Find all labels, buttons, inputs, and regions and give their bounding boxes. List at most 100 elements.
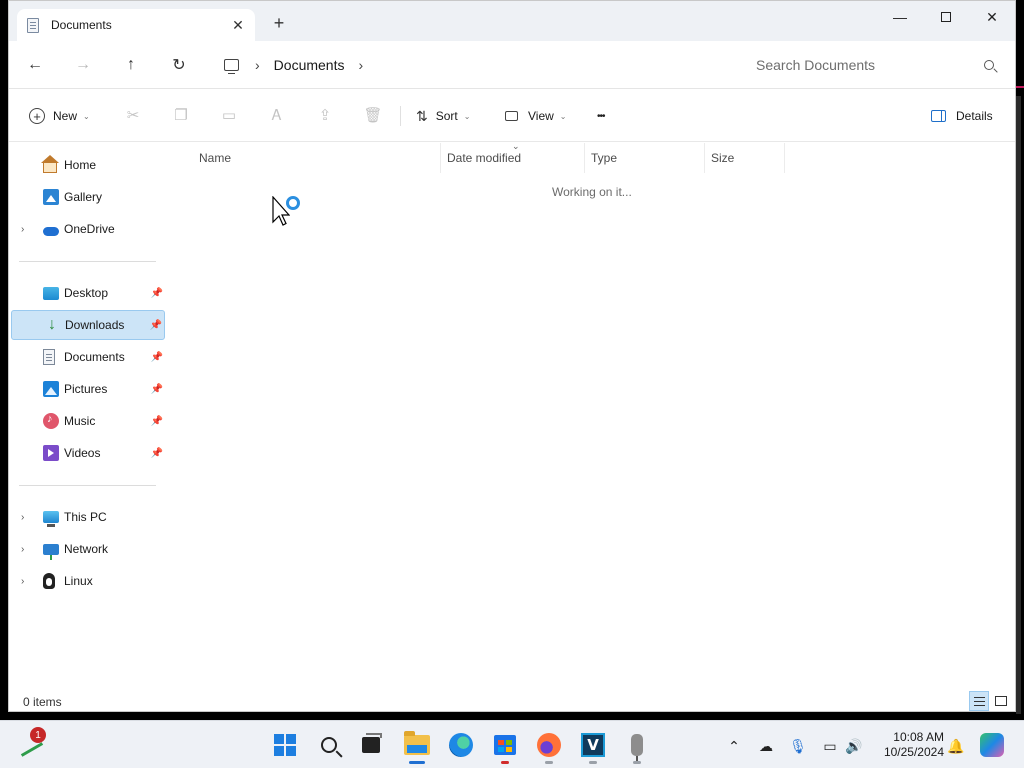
pin-icon: 📌 (150, 383, 163, 395)
active-app-indicator (409, 761, 425, 764)
clock[interactable]: 10:08 AM 10/25/2024 (874, 730, 944, 760)
file-list: Name ⌄ Date modified Type Size Working o… (173, 141, 1016, 683)
search-icon (321, 737, 337, 753)
sidebar-item-downloads[interactable]: ↓ Downloads 📌 (11, 310, 165, 340)
sidebar-item-onedrive[interactable]: › OneDrive (11, 214, 165, 244)
sidebar-item-documents[interactable]: Documents 📌 (11, 342, 165, 372)
tab-documents[interactable]: Documents ✕ (17, 9, 255, 41)
chevron-right-icon[interactable]: › (21, 544, 24, 555)
maximize-icon (941, 12, 951, 22)
sidebar-item-gallery[interactable]: Gallery (11, 182, 165, 212)
display-icon[interactable]: ▭ (820, 737, 840, 755)
music-icon (43, 413, 59, 429)
app-running-indicator (501, 761, 509, 764)
taskbar-app-firefox[interactable] (533, 729, 565, 764)
status-bar: 0 items (9, 691, 1015, 713)
column-header-name[interactable]: Name (193, 143, 441, 173)
sidebar-item-label: Home (64, 158, 97, 172)
column-header-date-modified[interactable]: Date modified (441, 143, 585, 173)
desktop-icon (43, 286, 59, 300)
sidebar-item-network[interactable]: › Network (11, 534, 165, 564)
search-box[interactable] (744, 47, 1006, 83)
pin-icon: 📌 (150, 351, 163, 363)
taskbar-app-v[interactable]: V (577, 729, 609, 764)
sort-icon: ⇅ (416, 107, 428, 124)
forward-arrow-icon: → (75, 56, 91, 73)
copy-button[interactable]: ❐ (170, 104, 192, 126)
search-input[interactable] (756, 57, 984, 73)
chevron-right-icon[interactable]: › (21, 576, 24, 587)
copilot-icon[interactable] (980, 733, 1004, 757)
chevron-down-icon: ⌄ (83, 111, 90, 121)
file-explorer-window: Documents ✕ + — ✕ ← → ↑ ↻ › Documents › … (8, 0, 1016, 712)
chevron-right-icon[interactable]: › (21, 224, 24, 235)
delete-button[interactable]: 🗑 (362, 104, 384, 126)
taskbar: V ⌃ ☁ 🎙 ▭ 🔊 10:08 AM 10/25/2024 🔔 (0, 720, 1024, 768)
sidebar-item-videos[interactable]: Videos 📌 (11, 438, 165, 468)
rename-icon: Ꭺ (271, 106, 283, 124)
sidebar-item-desktop[interactable]: Desktop 📌 (11, 278, 165, 308)
back-button[interactable]: ← (21, 51, 49, 79)
details-view-button[interactable] (969, 691, 989, 711)
window-edge-accent (1016, 86, 1024, 88)
taskbar-app-edge[interactable] (445, 729, 477, 761)
notification-badge: 1 (30, 727, 46, 743)
taskbar-app-recorder[interactable] (621, 729, 653, 764)
taskbar-app-store[interactable] (489, 729, 521, 764)
cut-button[interactable]: ✂ (122, 104, 144, 126)
microsoft-store-icon (494, 735, 516, 755)
rename-button[interactable]: Ꭺ (266, 104, 288, 126)
microphone-icon[interactable]: 🎙 (788, 737, 808, 755)
maximize-button[interactable] (923, 1, 969, 33)
tiles-view-icon (995, 696, 1007, 706)
more-options-button[interactable]: ••• (597, 102, 605, 130)
pin-icon: 📌 (150, 415, 163, 427)
back-arrow-icon: ← (27, 56, 43, 73)
close-tab-button[interactable]: ✕ (229, 17, 247, 34)
chevron-right-icon[interactable]: › (255, 57, 260, 73)
item-count: 0 items (23, 695, 62, 709)
toolbar-divider (400, 106, 401, 126)
task-view-button[interactable] (355, 729, 387, 761)
refresh-button[interactable]: ↻ (165, 51, 193, 79)
sidebar-item-linux[interactable]: › Linux (11, 566, 165, 596)
sidebar-item-this-pc[interactable]: › This PC (11, 502, 165, 532)
firefox-icon (537, 733, 561, 757)
sort-button[interactable]: ⇅ Sort ⌄ (416, 102, 470, 130)
show-hidden-icons-button[interactable]: ⌃ (724, 737, 744, 755)
forward-button[interactable]: → (69, 51, 97, 79)
view-button[interactable]: View ⌄ (505, 102, 567, 130)
sidebar-item-pictures[interactable]: Pictures 📌 (11, 374, 165, 404)
new-button[interactable]: + New ⌄ (29, 102, 90, 130)
column-header-size[interactable]: Size (705, 143, 785, 173)
sidebar-item-music[interactable]: Music 📌 (11, 406, 165, 436)
windows-logo-icon (274, 734, 296, 756)
column-header-type[interactable]: Type (585, 143, 705, 173)
taskbar-app-file-explorer[interactable] (401, 729, 433, 764)
onedrive-icon (43, 226, 59, 236)
home-icon (41, 154, 59, 173)
this-pc-icon (43, 511, 59, 527)
share-button[interactable]: ⇪ (314, 104, 336, 126)
minimize-button[interactable]: — (877, 1, 923, 33)
app-running-indicator (545, 761, 553, 764)
chevron-right-icon[interactable]: › (358, 57, 363, 73)
paste-button[interactable]: ▭ (218, 104, 240, 126)
notifications-bell-icon[interactable]: 🔔 (946, 737, 966, 755)
network-offline-icon[interactable]: ☁ (756, 737, 776, 755)
close-window-button[interactable]: ✕ (969, 1, 1015, 33)
up-button[interactable]: ↑ (117, 51, 145, 79)
new-tab-button[interactable]: + (269, 13, 289, 33)
sidebar-item-home[interactable]: Home (11, 150, 165, 180)
breadcrumb-documents[interactable]: Documents (274, 57, 345, 73)
volume-icon[interactable]: 🔊 (844, 737, 864, 755)
search-icon[interactable] (984, 60, 994, 70)
chevron-right-icon[interactable]: › (21, 512, 24, 523)
taskbar-search-button[interactable] (313, 729, 345, 761)
loading-text: Working on it... (552, 185, 632, 199)
tiles-view-button[interactable] (991, 691, 1011, 711)
start-button[interactable] (269, 729, 301, 761)
details-pane-button[interactable]: Details (931, 102, 993, 130)
address-box[interactable]: › Documents › (214, 47, 732, 83)
sidebar-item-label: Linux (64, 574, 93, 588)
